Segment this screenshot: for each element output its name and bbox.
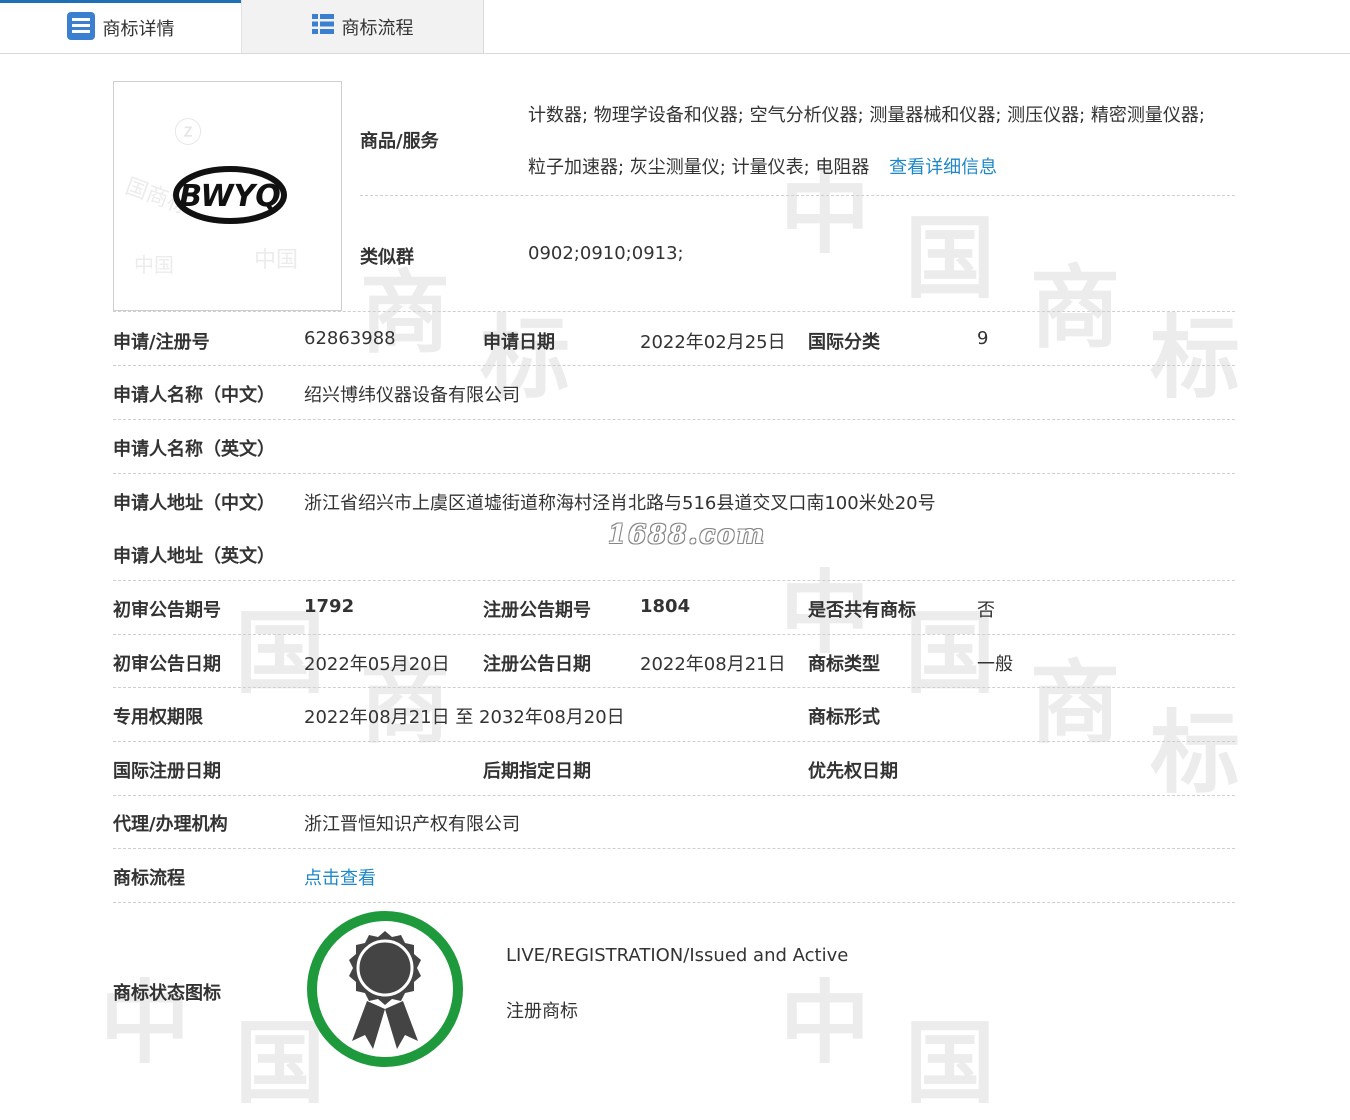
exclusive-value: 2022年08月21日 至 2032年08月20日 bbox=[304, 707, 625, 728]
goods-line2-text: 粒子加速器; 灰尘测量仪; 计量仪表; 电阻器 bbox=[528, 157, 870, 178]
divider bbox=[113, 795, 1235, 796]
reg-ann-date-value: 2022年08月21日 bbox=[640, 654, 786, 675]
reg-no-value: 62863988 bbox=[304, 328, 396, 349]
intl-reg-date-label: 国际注册日期 bbox=[113, 761, 221, 782]
svg-text:ⓩ: ⓩ bbox=[174, 116, 202, 149]
tab-trademark-flow[interactable]: 商标流程 bbox=[241, 0, 484, 53]
status-line1: LIVE/REGISTRATION/Issued and Active bbox=[506, 945, 849, 966]
view-flow-link[interactable]: 点击查看 bbox=[304, 864, 376, 890]
tm-form-label: 商标形式 bbox=[808, 707, 880, 728]
trademark-image: ⓩ 国商标 中国 中国 BWYQ bbox=[113, 81, 342, 311]
address-en-label: 申请人地址（英文） bbox=[113, 546, 275, 567]
apply-date-value: 2022年02月25日 bbox=[640, 332, 786, 353]
award-ribbon-icon bbox=[307, 911, 463, 1067]
goods-label: 商品/服务 bbox=[360, 131, 439, 152]
tm-type-label: 商标类型 bbox=[808, 654, 880, 675]
address-cn-value: 浙江省绍兴市上虞区道墟街道称海村泾肖北路与516县道交叉口南100米处20号 bbox=[304, 493, 936, 514]
reg-no-label: 申请/注册号 bbox=[113, 332, 210, 353]
svg-text:中国: 中国 bbox=[254, 248, 298, 273]
divider bbox=[113, 311, 1235, 312]
apply-date-label: 申请日期 bbox=[483, 332, 555, 353]
address-cn-label: 申请人地址（中文） bbox=[113, 493, 275, 514]
site-watermark: 1688.com bbox=[608, 520, 767, 550]
status-badge bbox=[305, 909, 465, 1073]
divider bbox=[360, 195, 1235, 196]
goods-line1: 计数器; 物理学设备和仪器; 空气分析仪器; 测量器械和仪器; 测压仪器; 精密… bbox=[528, 105, 1205, 126]
reg-ann-no-label: 注册公告期号 bbox=[483, 600, 591, 621]
prelim-no-label: 初审公告期号 bbox=[113, 600, 221, 621]
shared-label: 是否共有商标 bbox=[808, 600, 916, 621]
flow-label: 商标流程 bbox=[113, 868, 185, 889]
prelim-no-value: 1792 bbox=[304, 596, 355, 617]
divider bbox=[113, 741, 1235, 742]
exclusive-label: 专用权期限 bbox=[113, 707, 203, 728]
divider bbox=[113, 634, 1235, 635]
status-label: 商标状态图标 bbox=[113, 983, 221, 1004]
agent-value: 浙江晋恒知识产权有限公司 bbox=[304, 814, 520, 835]
prelim-date-value: 2022年05月20日 bbox=[304, 654, 450, 675]
goods-line2: 粒子加速器; 灰尘测量仪; 计量仪表; 电阻器 查看详细信息 bbox=[528, 153, 997, 179]
applicant-en-label: 申请人名称（英文） bbox=[113, 439, 275, 460]
divider bbox=[113, 580, 1235, 581]
applicant-cn-label: 申请人名称（中文） bbox=[113, 385, 275, 406]
priority-date-label: 优先权日期 bbox=[808, 761, 898, 782]
table-list-icon bbox=[311, 13, 334, 40]
list-icon bbox=[66, 11, 95, 45]
divider bbox=[113, 365, 1235, 366]
similar-group-label: 类似群 bbox=[360, 247, 414, 268]
prelim-date-label: 初审公告日期 bbox=[113, 654, 221, 675]
tab-label: 商标详情 bbox=[102, 19, 175, 40]
tab-label: 商标流程 bbox=[341, 17, 414, 39]
intl-class-value: 9 bbox=[977, 328, 989, 349]
reg-ann-date-label: 注册公告日期 bbox=[483, 654, 591, 675]
shared-value: 否 bbox=[977, 600, 995, 621]
reg-ann-no-value: 1804 bbox=[640, 596, 691, 617]
view-details-link[interactable]: 查看详细信息 bbox=[889, 157, 997, 178]
svg-text:中国: 中国 bbox=[134, 253, 174, 277]
status-line2: 注册商标 bbox=[506, 1001, 578, 1022]
similar-group-value: 0902;0910;0913; bbox=[528, 243, 684, 264]
tab-bar: 商标详情 商标流程 bbox=[0, 0, 1350, 54]
logo-text: BWYQ bbox=[179, 179, 281, 214]
applicant-cn-value: 绍兴博纬仪器设备有限公司 bbox=[304, 385, 520, 406]
divider bbox=[113, 687, 1235, 688]
divider bbox=[113, 419, 1235, 420]
later-date-label: 后期指定日期 bbox=[483, 761, 591, 782]
divider bbox=[113, 902, 1235, 903]
tm-type-value: 一般 bbox=[977, 654, 1013, 675]
divider bbox=[113, 473, 1235, 474]
divider bbox=[113, 848, 1235, 849]
agent-label: 代理/办理机构 bbox=[113, 814, 228, 835]
intl-class-label: 国际分类 bbox=[808, 332, 880, 353]
tab-trademark-details[interactable]: 商标详情 bbox=[0, 0, 241, 53]
